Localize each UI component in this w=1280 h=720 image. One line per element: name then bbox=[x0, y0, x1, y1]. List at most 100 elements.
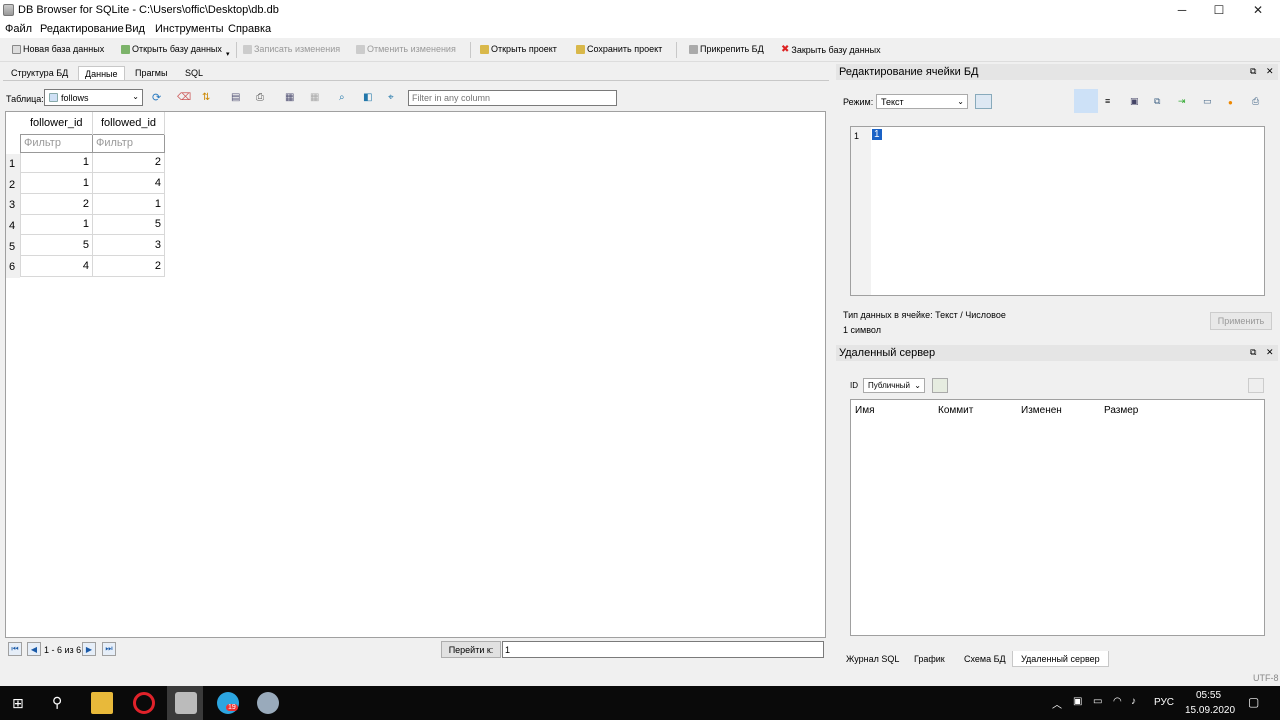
table-cell[interactable]: 4 bbox=[20, 254, 93, 277]
format-icon[interactable]: ⌖ bbox=[388, 92, 394, 103]
blob-icon[interactable]: ● bbox=[1228, 98, 1233, 107]
word-wrap-icon[interactable]: ≡ bbox=[1105, 96, 1110, 106]
tab-remote[interactable]: Удаленный сервер bbox=[1012, 651, 1109, 667]
table-cell[interactable]: 4 bbox=[92, 172, 165, 194]
language-indicator[interactable]: РУС bbox=[1154, 697, 1174, 708]
print-cell-icon[interactable]: ⎙ bbox=[1252, 96, 1259, 107]
table-cell[interactable]: 5 bbox=[92, 213, 165, 236]
tray-app-icon[interactable]: ▣ bbox=[1073, 696, 1082, 707]
clock-date[interactable]: 15.09.2020 bbox=[1185, 705, 1235, 716]
apply-button[interactable]: Применить bbox=[1210, 312, 1272, 330]
column-filter-input[interactable]: Фильтр bbox=[92, 133, 165, 153]
opera-icon[interactable] bbox=[133, 692, 155, 714]
new-record-icon[interactable]: ▦ bbox=[285, 92, 294, 103]
battery-icon[interactable]: ▭ bbox=[1093, 696, 1102, 707]
row-number[interactable]: 5 bbox=[6, 237, 20, 258]
column-header[interactable]: Имя bbox=[855, 405, 874, 416]
replace-icon[interactable]: ◧ bbox=[363, 92, 372, 103]
first-record-icon[interactable]: ⏮ bbox=[8, 642, 22, 656]
table-cell[interactable]: 5 bbox=[20, 234, 93, 256]
column-filter-input[interactable]: Фильтр bbox=[20, 133, 93, 153]
column-header[interactable]: followed_id bbox=[92, 112, 165, 134]
row-number[interactable]: 3 bbox=[6, 195, 20, 216]
table-select[interactable]: follows ⌄ bbox=[44, 89, 143, 106]
table-cell[interactable]: 3 bbox=[92, 234, 165, 256]
table-cell[interactable]: 1 bbox=[20, 172, 93, 194]
menu-view[interactable]: Вид bbox=[125, 23, 145, 35]
delete-record-icon[interactable]: ▦ bbox=[310, 92, 319, 103]
new-database-button[interactable]: Новая база данных bbox=[12, 44, 104, 54]
print-icon[interactable]: ⎙ bbox=[256, 92, 264, 103]
notification-icon[interactable]: ▢ bbox=[1248, 695, 1259, 709]
table-cell[interactable]: 2 bbox=[20, 192, 93, 215]
goto-input[interactable] bbox=[502, 641, 824, 658]
open-database-button[interactable]: Открыть базу данных bbox=[121, 44, 222, 54]
cell-editor[interactable]: 1 1 bbox=[850, 126, 1265, 296]
column-header[interactable]: Коммит bbox=[938, 405, 973, 416]
close-dock-icon[interactable]: ✕ bbox=[1266, 66, 1274, 77]
last-record-icon[interactable]: ⏭ bbox=[102, 642, 116, 656]
table-cell[interactable]: 2 bbox=[92, 151, 165, 174]
next-record-icon[interactable]: ▶ bbox=[82, 642, 96, 656]
row-number[interactable]: 1 bbox=[6, 154, 20, 175]
sort-icon[interactable]: ⇅ bbox=[202, 92, 210, 103]
add-identity-icon[interactable] bbox=[932, 378, 948, 393]
export-icon[interactable]: ⧉ bbox=[1154, 96, 1160, 107]
refresh-icon[interactable]: ⟳ bbox=[152, 91, 161, 104]
column-header[interactable]: follower_id bbox=[20, 112, 93, 134]
menu-tools[interactable]: Инструменты bbox=[155, 23, 224, 35]
open-external-icon[interactable]: ▭ bbox=[1203, 96, 1212, 107]
tray-chevron-icon[interactable]: ︿ bbox=[1052, 696, 1062, 711]
undock-icon[interactable]: ⧉ bbox=[1250, 66, 1256, 77]
mode-select[interactable]: Текст ⌄ bbox=[876, 94, 968, 109]
tab-sql[interactable]: SQL bbox=[179, 66, 210, 81]
windows-start-icon[interactable]: ⊞ bbox=[12, 695, 24, 712]
save-project-button[interactable]: Сохранить проект bbox=[576, 44, 662, 54]
volume-icon[interactable]: ♪ bbox=[1131, 696, 1136, 707]
tab-structure[interactable]: Структура БД bbox=[5, 66, 75, 81]
auto-switch-mode-icon[interactable] bbox=[975, 94, 992, 109]
menu-file[interactable]: Файл bbox=[5, 23, 32, 35]
revert-changes-button[interactable]: Отменить изменения bbox=[356, 44, 456, 54]
search-icon[interactable]: ⚲ bbox=[52, 694, 62, 711]
table-cell[interactable]: 1 bbox=[20, 151, 93, 174]
attach-db-button[interactable]: Прикрепить БД bbox=[689, 44, 764, 54]
undock-icon[interactable]: ⧉ bbox=[1250, 347, 1256, 358]
identity-select[interactable]: Публичный ⌄ bbox=[863, 378, 925, 393]
maximize-button[interactable]: ☐ bbox=[1201, 0, 1237, 20]
tab-plot[interactable]: График bbox=[906, 651, 953, 667]
open-db-dropdown-icon[interactable]: ▾ bbox=[226, 50, 230, 58]
row-number[interactable]: 2 bbox=[6, 175, 20, 196]
global-filter-input[interactable] bbox=[408, 90, 617, 106]
paint-app-icon[interactable] bbox=[257, 692, 279, 714]
row-number[interactable]: 6 bbox=[6, 257, 20, 278]
close-database-button[interactable]: ✖ Закрыть базу данных bbox=[781, 44, 881, 55]
text-view-icon[interactable] bbox=[1074, 89, 1098, 113]
open-project-button[interactable]: Открыть проект bbox=[480, 44, 557, 54]
goto-button[interactable]: Перейти к: bbox=[441, 641, 501, 658]
prev-record-icon[interactable]: ◀ bbox=[27, 642, 41, 656]
insert-record-icon[interactable]: ▤ bbox=[231, 92, 240, 103]
minimize-button[interactable]: ─ bbox=[1164, 0, 1200, 20]
set-null-icon[interactable]: ⇥ bbox=[1178, 96, 1186, 107]
data-grid[interactable]: 1 2 3 4 5 6 follower_id followed_id Фильт… bbox=[5, 111, 826, 638]
table-cell[interactable]: 1 bbox=[92, 192, 165, 215]
write-changes-button[interactable]: Записать изменения bbox=[243, 44, 340, 54]
tab-db-schema[interactable]: Схема БД bbox=[956, 651, 1014, 667]
remote-file-list[interactable]: Имя Коммит Изменен Размер bbox=[850, 399, 1265, 636]
push-icon[interactable] bbox=[1248, 378, 1264, 393]
cell-content[interactable]: 1 bbox=[872, 129, 882, 140]
file-explorer-icon[interactable] bbox=[91, 692, 113, 714]
table-cell[interactable]: 2 bbox=[92, 254, 165, 277]
find-icon[interactable]: ⌕ bbox=[339, 92, 345, 103]
wifi-icon[interactable]: ◠ bbox=[1113, 696, 1122, 707]
clear-filters-icon[interactable]: ⌫ bbox=[177, 92, 191, 103]
column-header[interactable]: Размер bbox=[1104, 405, 1138, 416]
row-number[interactable]: 4 bbox=[6, 216, 20, 237]
tab-pragmas[interactable]: Прагмы bbox=[129, 66, 174, 81]
menu-help[interactable]: Справка bbox=[228, 23, 271, 35]
tab-data[interactable]: Данные bbox=[78, 66, 125, 81]
table-cell[interactable]: 1 bbox=[20, 213, 93, 236]
clock-time[interactable]: 05:55 bbox=[1196, 690, 1221, 701]
menu-edit[interactable]: Редактирование bbox=[40, 23, 124, 35]
